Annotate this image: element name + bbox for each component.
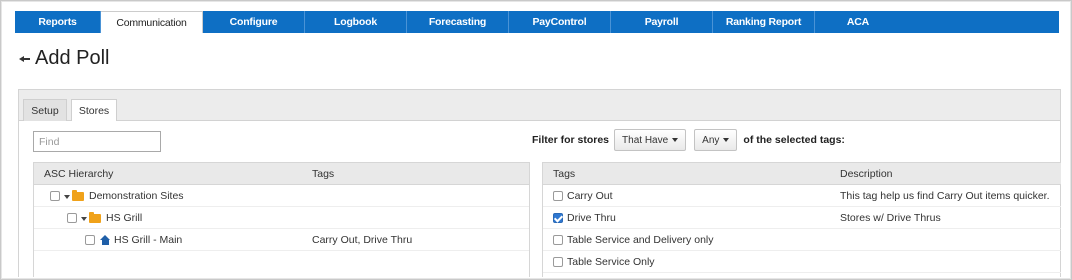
folder-icon <box>89 212 101 223</box>
expand-toggle-icon[interactable] <box>81 217 87 221</box>
nav-tab-configure[interactable]: Configure <box>203 11 305 33</box>
caret-down-icon <box>723 138 730 142</box>
tab-stores[interactable]: Stores <box>71 99 117 122</box>
tree-node-label: Demonstration Sites <box>89 190 184 202</box>
nav-tab-reports[interactable]: Reports <box>15 11 101 33</box>
tree-node-label: HS Grill <box>106 212 143 224</box>
back-arrow-icon[interactable] <box>19 53 31 65</box>
top-nav: Reports Communication Configure Logbook … <box>15 11 1059 33</box>
tag-row-table-service-delivery[interactable]: Table Service and Delivery only <box>543 229 1061 251</box>
nav-filler <box>901 11 1059 33</box>
tags-table: Tags Description Carry Out This tag help… <box>542 162 1061 277</box>
have-dropdown-value: That Have <box>622 134 669 146</box>
find-input[interactable] <box>33 131 161 152</box>
tag-checkbox[interactable] <box>553 191 563 201</box>
tag-checkbox[interactable] <box>553 257 563 267</box>
nav-tab-paycontrol[interactable]: PayControl <box>509 11 611 33</box>
home-icon <box>100 235 111 245</box>
caret-down-icon <box>672 138 679 142</box>
tree-row-demonstration-sites[interactable]: Demonstration Sites <box>34 185 529 207</box>
row-checkbox[interactable] <box>67 213 77 223</box>
column-header-tags: Tags <box>553 168 576 180</box>
tag-filter: Filter for stores That Have Any of the s… <box>532 129 845 151</box>
tag-checkbox[interactable] <box>553 235 563 245</box>
tag-description: Stores w/ Drive Thrus <box>840 212 941 224</box>
nav-tab-ranking-report[interactable]: Ranking Report <box>713 11 815 33</box>
page-title: Add Poll <box>35 47 110 69</box>
tree-row-hs-grill[interactable]: HS Grill <box>34 207 529 229</box>
nav-tab-payroll[interactable]: Payroll <box>611 11 713 33</box>
tags-table-header: Tags Description <box>543 163 1061 185</box>
content-panel: Setup Stores Filter for stores That Have… <box>18 89 1061 277</box>
filter-tail-text: of the selected tags: <box>743 134 845 146</box>
column-header-hierarchy: ASC Hierarchy <box>44 168 114 180</box>
tag-row-table-service-only[interactable]: Table Service Only <box>543 251 1061 273</box>
tree-node-tags: Carry Out, Drive Thru <box>312 234 413 246</box>
row-checkbox[interactable] <box>50 191 60 201</box>
nav-tab-aca[interactable]: ACA <box>815 11 901 33</box>
row-checkbox[interactable] <box>85 235 95 245</box>
any-dropdown-value: Any <box>702 134 720 146</box>
tag-row-drive-thru[interactable]: Drive Thru Stores w/ Drive Thrus <box>543 207 1061 229</box>
tree-row-hs-grill-main[interactable]: HS Grill - Main Carry Out, Drive Thru <box>34 229 529 251</box>
tag-label: Table Service Only <box>567 256 655 268</box>
expand-toggle-icon[interactable] <box>64 195 70 199</box>
nav-tab-forecasting[interactable]: Forecasting <box>407 11 509 33</box>
tag-label: Drive Thru <box>567 212 616 224</box>
nav-tab-communication[interactable]: Communication <box>101 11 203 33</box>
column-header-tags: Tags <box>312 168 335 180</box>
folder-icon <box>72 190 84 201</box>
app-window: Reports Communication Configure Logbook … <box>0 0 1072 280</box>
any-dropdown[interactable]: Any <box>694 129 738 151</box>
stores-panel: Filter for stores That Have Any of the s… <box>19 121 1061 277</box>
tab-setup[interactable]: Setup <box>23 99 67 122</box>
tag-description: This tag help us find Carry Out items qu… <box>840 190 1050 202</box>
tag-label: Table Service and Delivery only <box>567 234 714 246</box>
subtab-bar: Setup Stores <box>19 90 1060 122</box>
tag-row-carry-out[interactable]: Carry Out This tag help us find Carry Ou… <box>543 185 1061 207</box>
hierarchy-table: ASC Hierarchy Tags Demonstration Sites H… <box>33 162 530 277</box>
tag-checkbox-checked[interactable] <box>553 213 563 223</box>
column-header-description: Description <box>840 168 893 180</box>
filter-label: Filter for stores <box>532 134 610 146</box>
hierarchy-table-header: ASC Hierarchy Tags <box>34 163 529 185</box>
nav-tab-logbook[interactable]: Logbook <box>305 11 407 33</box>
tag-label: Carry Out <box>567 190 613 202</box>
tree-node-label: HS Grill - Main <box>114 234 183 246</box>
have-dropdown[interactable]: That Have <box>614 129 687 151</box>
title-row: Add Poll <box>19 47 110 70</box>
